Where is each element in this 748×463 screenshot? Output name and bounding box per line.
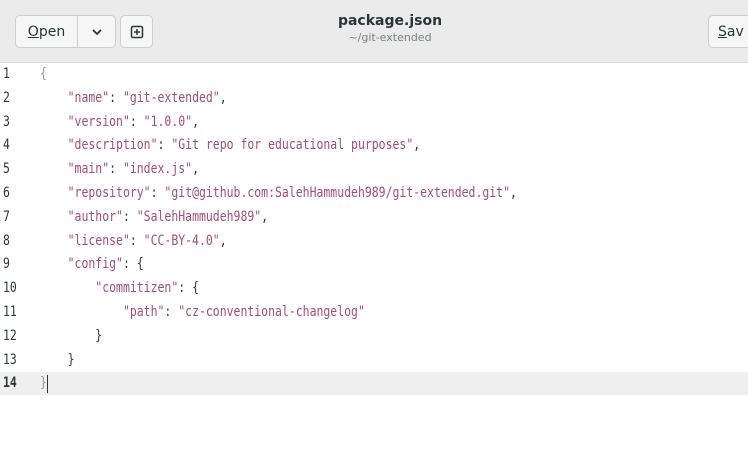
punctuation-token: : — [157, 137, 172, 154]
punctuation-token: : { — [122, 256, 144, 273]
punctuation-token: } — [40, 351, 75, 368]
string-token: "description" — [67, 137, 158, 154]
punctuation-token: : { — [178, 280, 199, 297]
line-number: 2 — [3, 89, 10, 106]
code-line[interactable]: "config": { — [40, 253, 144, 276]
window-title-block: package.json ~/git-extended — [250, 13, 530, 45]
matched-brace-token: { — [40, 66, 47, 82]
string-token: "cz-conventional-changelog" — [178, 304, 365, 320]
header-bar: Open package.json ~/git-extended Sav — [0, 0, 748, 63]
punctuation-token — [40, 185, 68, 201]
line-number: 11 — [3, 304, 17, 320]
recent-files-menu-button[interactable] — [77, 15, 116, 48]
punctuation-token — [40, 304, 123, 320]
text-editor-area[interactable]: 1{2 "name": "git-extended", 3 "version": … — [0, 63, 748, 463]
chevron-down-icon — [92, 29, 101, 35]
new-document-button[interactable] — [120, 15, 153, 48]
punctuation-token — [40, 209, 68, 225]
punctuation-token — [40, 161, 68, 177]
string-token: "main" — [67, 161, 110, 178]
punctuation-token: : — [164, 304, 179, 320]
string-token: "license" — [67, 232, 130, 249]
line-number: 10 — [3, 280, 17, 297]
line-number: 9 — [3, 256, 10, 273]
string-token: "index.js" — [122, 161, 193, 178]
line-number: 8 — [3, 232, 10, 249]
string-token: "config" — [67, 256, 123, 273]
line-number: 6 — [3, 185, 10, 201]
window-subtitle: ~/git-extended — [348, 31, 432, 44]
line-number: 7 — [3, 208, 10, 225]
code-line[interactable]: "commitizen": { — [40, 277, 199, 300]
punctuation-token: : — [129, 232, 144, 249]
code-line[interactable]: { — [40, 63, 47, 86]
punctuation-token: , — [219, 232, 227, 249]
open-mnemonic: O — [27, 23, 39, 40]
current-line-highlight — [0, 372, 748, 396]
string-token: "SalehHammudeh989" — [136, 208, 262, 225]
punctuation-token — [40, 256, 68, 272]
string-token: "path" — [122, 304, 165, 320]
line-number: 3 — [3, 113, 10, 130]
line-number: 4 — [3, 137, 10, 154]
line-number: 1 — [3, 66, 10, 82]
open-button[interactable]: Open — [15, 15, 78, 48]
punctuation-token — [40, 280, 95, 296]
code-line[interactable]: "main": "index.js", — [40, 158, 199, 181]
string-token: "git-extended" — [122, 89, 220, 106]
punctuation-token: , — [413, 137, 421, 154]
save-button[interactable]: Sav — [708, 15, 748, 48]
punctuation-token: , — [192, 161, 199, 178]
punctuation-token: : — [150, 185, 165, 201]
code-line[interactable]: "name": "git-extended", — [40, 87, 227, 110]
code-line[interactable]: } — [40, 325, 102, 348]
string-token: "author" — [67, 208, 123, 225]
punctuation-token: , — [261, 208, 269, 225]
string-token: "git@github.com:SalehHammudeh989/git-ext… — [164, 185, 511, 201]
text-cursor — [47, 375, 48, 394]
line-number: 12 — [3, 327, 17, 344]
punctuation-token: : — [109, 161, 123, 178]
code-line[interactable]: "license": "CC-BY-4.0", — [40, 230, 227, 253]
line-number: 5 — [3, 161, 10, 178]
string-token: "1.0.0" — [143, 113, 193, 130]
window-title: package.json — [337, 13, 443, 29]
code-line[interactable]: } — [40, 349, 75, 372]
save-label: av — [726, 23, 744, 40]
matched-brace-token: } — [40, 375, 47, 392]
line-number: 14 — [3, 375, 17, 392]
punctuation-token — [40, 90, 68, 106]
code-line[interactable]: } — [40, 372, 47, 395]
punctuation-token — [40, 137, 68, 153]
code-line[interactable]: "repository": "git@github.com:SalehHammu… — [40, 182, 517, 205]
open-label: pen — [38, 23, 66, 40]
punctuation-token — [40, 114, 68, 130]
punctuation-token: : — [109, 89, 123, 106]
punctuation-token: , — [510, 185, 517, 201]
punctuation-token: : — [129, 113, 144, 130]
code-line[interactable]: "path": "cz-conventional-changelog" — [40, 301, 365, 324]
string-token: "version" — [67, 113, 130, 130]
string-token: "name" — [67, 89, 110, 106]
string-token: "CC-BY-4.0" — [143, 232, 220, 249]
line-number: 13 — [3, 351, 17, 368]
string-token: "commitizen" — [95, 280, 179, 297]
code-line[interactable]: "author": "SalehHammudeh989", — [40, 206, 268, 229]
save-mnemonic: S — [718, 23, 727, 40]
punctuation-token — [40, 233, 68, 249]
string-token: "repository" — [67, 185, 151, 201]
code-line[interactable]: "version": "1.0.0", — [40, 111, 199, 134]
code-line[interactable]: "description": "Git repo for educational… — [40, 134, 421, 157]
string-token: "Git repo for educational purposes" — [171, 137, 414, 154]
punctuation-token: , — [219, 89, 227, 106]
punctuation-token: } — [40, 327, 103, 344]
new-document-icon — [130, 25, 143, 38]
punctuation-token: : — [122, 208, 137, 225]
punctuation-token: , — [192, 113, 199, 130]
